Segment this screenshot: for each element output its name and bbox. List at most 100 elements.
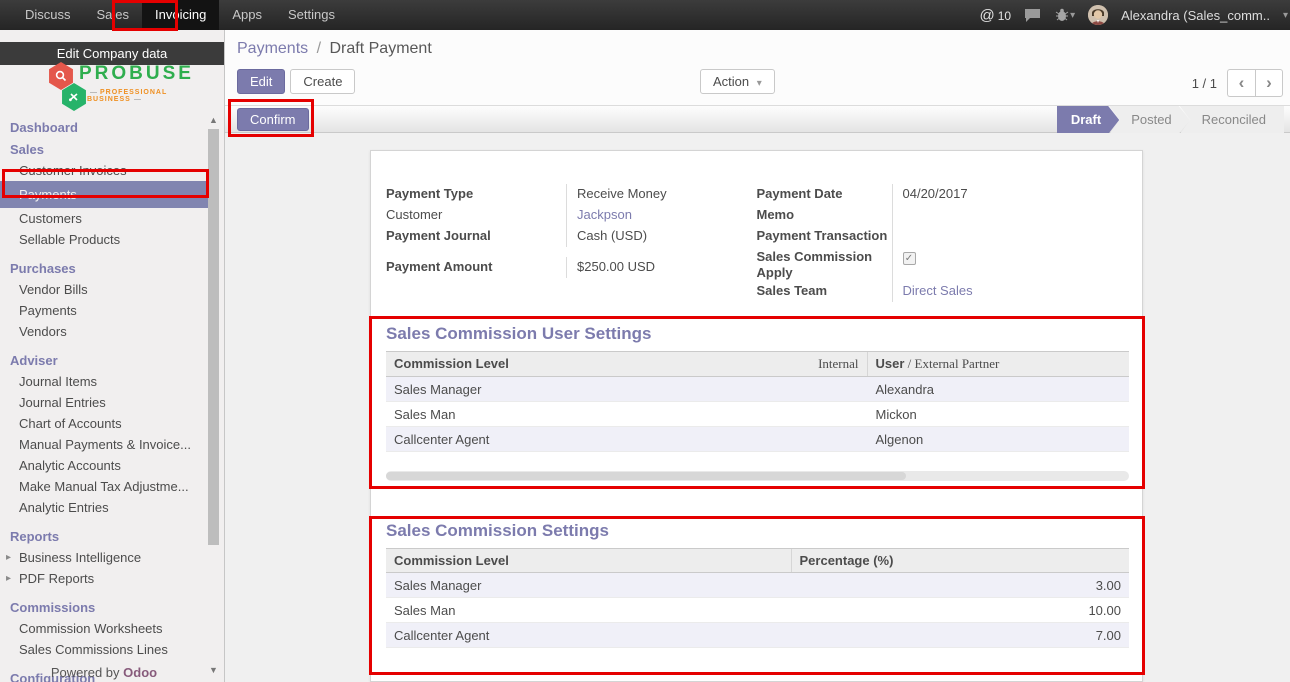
user-menu[interactable]: Alexandra (Sales_comm.. bbox=[1121, 8, 1270, 23]
pager-previous-button[interactable]: ‹ bbox=[1227, 69, 1255, 97]
scrollbar-thumb[interactable] bbox=[386, 472, 906, 480]
sidebar-item-analytic-accounts[interactable]: Analytic Accounts bbox=[0, 455, 208, 476]
table-row[interactable]: Sales Manager 3.00 bbox=[386, 573, 1129, 598]
cell-user: Alexandra bbox=[867, 377, 1129, 402]
sidebar-item-vendors[interactable]: Vendors bbox=[0, 321, 208, 342]
status-reconciled[interactable]: Reconciled bbox=[1180, 106, 1284, 134]
pager: 1 / 1 ‹ › bbox=[1192, 69, 1283, 97]
powered-prefix: Powered by bbox=[51, 665, 123, 680]
breadcrumb-payments[interactable]: Payments bbox=[237, 40, 308, 57]
company-logo: PROBUSE PROFESSIONAL BUSINESS bbox=[45, 60, 195, 112]
sidebar-item-customers[interactable]: Customers bbox=[0, 208, 208, 229]
sidebar-heading-reports[interactable]: Reports bbox=[0, 525, 208, 547]
status-posted[interactable]: Posted bbox=[1109, 106, 1189, 134]
payment-type-label: Payment Type bbox=[386, 184, 566, 205]
sidebar-scrollbar[interactable]: ▲ ▼ bbox=[206, 115, 221, 675]
customer-label: Customer bbox=[386, 205, 566, 226]
sidebar-item-analytic-entries[interactable]: Analytic Entries bbox=[0, 497, 208, 518]
payment-journal-label: Payment Journal bbox=[386, 226, 566, 247]
sidebar-item-customer-invoices[interactable]: Customer Invoices bbox=[0, 160, 208, 181]
sidebar-item-journal-items[interactable]: Journal Items bbox=[0, 371, 208, 392]
mention-count: 10 bbox=[998, 9, 1011, 23]
topbar-right: @ 10 ▾ Alexandra (Sales_comm.. ▾ bbox=[980, 0, 1290, 30]
topbar-spacer bbox=[348, 0, 980, 30]
col-commission-level[interactable]: Commission Level bbox=[386, 549, 791, 573]
sidebar-item-manual-payments[interactable]: Manual Payments & Invoice... bbox=[0, 434, 208, 455]
sidebar-heading-purchases[interactable]: Purchases bbox=[0, 257, 208, 279]
pager-value: 1 / 1 bbox=[1192, 76, 1217, 91]
statusbar: Confirm Draft Posted Reconciled bbox=[225, 105, 1290, 133]
odoo-link[interactable]: Odoo bbox=[123, 665, 157, 680]
create-button[interactable]: Create bbox=[290, 69, 355, 94]
sales-team-link[interactable]: Direct Sales bbox=[892, 281, 1128, 302]
scroll-down-icon[interactable]: ▼ bbox=[206, 665, 221, 675]
sidebar-item-vendor-bills[interactable]: Vendor Bills bbox=[0, 279, 208, 300]
scroll-up-icon[interactable]: ▲ bbox=[206, 115, 221, 125]
sidebar-menu: Dashboard Sales Customer Invoices Paymen… bbox=[0, 116, 208, 682]
scrollbar-thumb[interactable] bbox=[208, 129, 219, 545]
user-caret-icon: ▾ bbox=[1283, 10, 1288, 21]
mentions-counter[interactable]: @ 10 bbox=[980, 7, 1012, 24]
payment-form: Payment Type Receive Money Customer Jack… bbox=[386, 184, 1127, 302]
sidebar-item-tax-adjustments[interactable]: Make Manual Tax Adjustme... bbox=[0, 476, 208, 497]
menu-apps[interactable]: Apps bbox=[219, 0, 275, 30]
cell-level: Sales Manager bbox=[386, 377, 867, 402]
col-percentage[interactable]: Percentage (%) bbox=[791, 549, 1129, 573]
debug-bug-icon[interactable]: ▾ bbox=[1054, 8, 1075, 22]
sidebar-item-commission-worksheets[interactable]: Commission Worksheets bbox=[0, 618, 208, 639]
action-dropdown-button[interactable]: Action ▾ bbox=[700, 69, 775, 94]
caret-down-icon: ▾ bbox=[757, 78, 762, 89]
sidebar-item-dashboard[interactable]: Dashboard bbox=[0, 116, 208, 138]
table-row[interactable]: Callcenter Agent 7.00 bbox=[386, 623, 1129, 648]
sidebar-item-payments-purchase[interactable]: Payments bbox=[0, 300, 208, 321]
table-row[interactable]: Sales Man 10.00 bbox=[386, 598, 1129, 623]
sidebar: Edit Company data PROBUSE PROFESSIONAL B… bbox=[0, 30, 225, 682]
col-commission-level[interactable]: Commission Level bbox=[394, 356, 509, 371]
sidebar-item-sellable-products[interactable]: Sellable Products bbox=[0, 229, 208, 250]
sidebar-item-sales-commissions-lines[interactable]: Sales Commissions Lines bbox=[0, 639, 208, 660]
pager-next-button[interactable]: › bbox=[1255, 69, 1283, 97]
user-avatar[interactable] bbox=[1088, 5, 1108, 25]
table-row[interactable]: Callcenter Agent Algenon bbox=[386, 427, 1129, 452]
table-horizontal-scrollbar[interactable] bbox=[386, 471, 1129, 481]
sidebar-item-chart-of-accounts[interactable]: Chart of Accounts bbox=[0, 413, 208, 434]
cell-level: Sales Man bbox=[386, 598, 791, 623]
sidebar-heading-adviser[interactable]: Adviser bbox=[0, 349, 208, 371]
sidebar-item-payments-selected[interactable]: Payments bbox=[0, 181, 208, 208]
edit-button[interactable]: Edit bbox=[237, 69, 285, 94]
menu-settings[interactable]: Settings bbox=[275, 0, 348, 30]
cell-user: Mickon bbox=[867, 402, 1129, 427]
cell-percentage: 10.00 bbox=[791, 598, 1129, 623]
menu-invoicing[interactable]: Invoicing bbox=[142, 0, 219, 30]
content-area: Payment Type Receive Money Customer Jack… bbox=[225, 133, 1290, 682]
cell-percentage: 3.00 bbox=[791, 573, 1129, 598]
cell-level: Callcenter Agent bbox=[386, 623, 791, 648]
status-draft[interactable]: Draft bbox=[1057, 106, 1119, 134]
commission-user-settings-table: Commission Level Internal User / Externa… bbox=[386, 351, 1129, 452]
payment-type-value: Receive Money bbox=[566, 184, 742, 205]
confirm-button[interactable]: Confirm bbox=[237, 108, 309, 131]
cell-level: Callcenter Agent bbox=[386, 427, 867, 452]
menu-discuss[interactable]: Discuss bbox=[12, 0, 84, 30]
sales-commission-apply-checkbox[interactable]: ✓ bbox=[903, 252, 916, 265]
sidebar-item-business-intelligence[interactable]: ▸ Business Intelligence bbox=[0, 547, 208, 568]
table-row[interactable]: Sales Man Mickon bbox=[386, 402, 1129, 427]
breadcrumb-separator: / bbox=[317, 40, 321, 57]
payment-date-value: 04/20/2017 bbox=[892, 184, 1128, 205]
customer-link[interactable]: Jackpson bbox=[566, 205, 742, 226]
menu-sales[interactable]: Sales bbox=[84, 0, 143, 30]
sidebar-heading-commissions[interactable]: Commissions bbox=[0, 596, 208, 618]
sidebar-heading-sales[interactable]: Sales bbox=[0, 138, 208, 160]
sidebar-item-label: PDF Reports bbox=[19, 571, 94, 586]
sidebar-item-pdf-reports[interactable]: ▸ PDF Reports bbox=[0, 568, 208, 589]
cell-level: Sales Man bbox=[386, 402, 867, 427]
table-row[interactable]: Sales Manager Alexandra bbox=[386, 377, 1129, 402]
col-user-fragment[interactable]: User bbox=[876, 356, 905, 371]
commission-settings-table: Commission Level Percentage (%) Sales Ma… bbox=[386, 548, 1129, 648]
powered-by: Powered by Odoo bbox=[0, 665, 208, 680]
memo-value bbox=[892, 205, 1128, 226]
messages-icon[interactable] bbox=[1024, 8, 1041, 23]
cell-percentage: 7.00 bbox=[791, 623, 1129, 648]
sidebar-item-journal-entries[interactable]: Journal Entries bbox=[0, 392, 208, 413]
payment-amount-value: $250.00 USD bbox=[566, 257, 742, 278]
